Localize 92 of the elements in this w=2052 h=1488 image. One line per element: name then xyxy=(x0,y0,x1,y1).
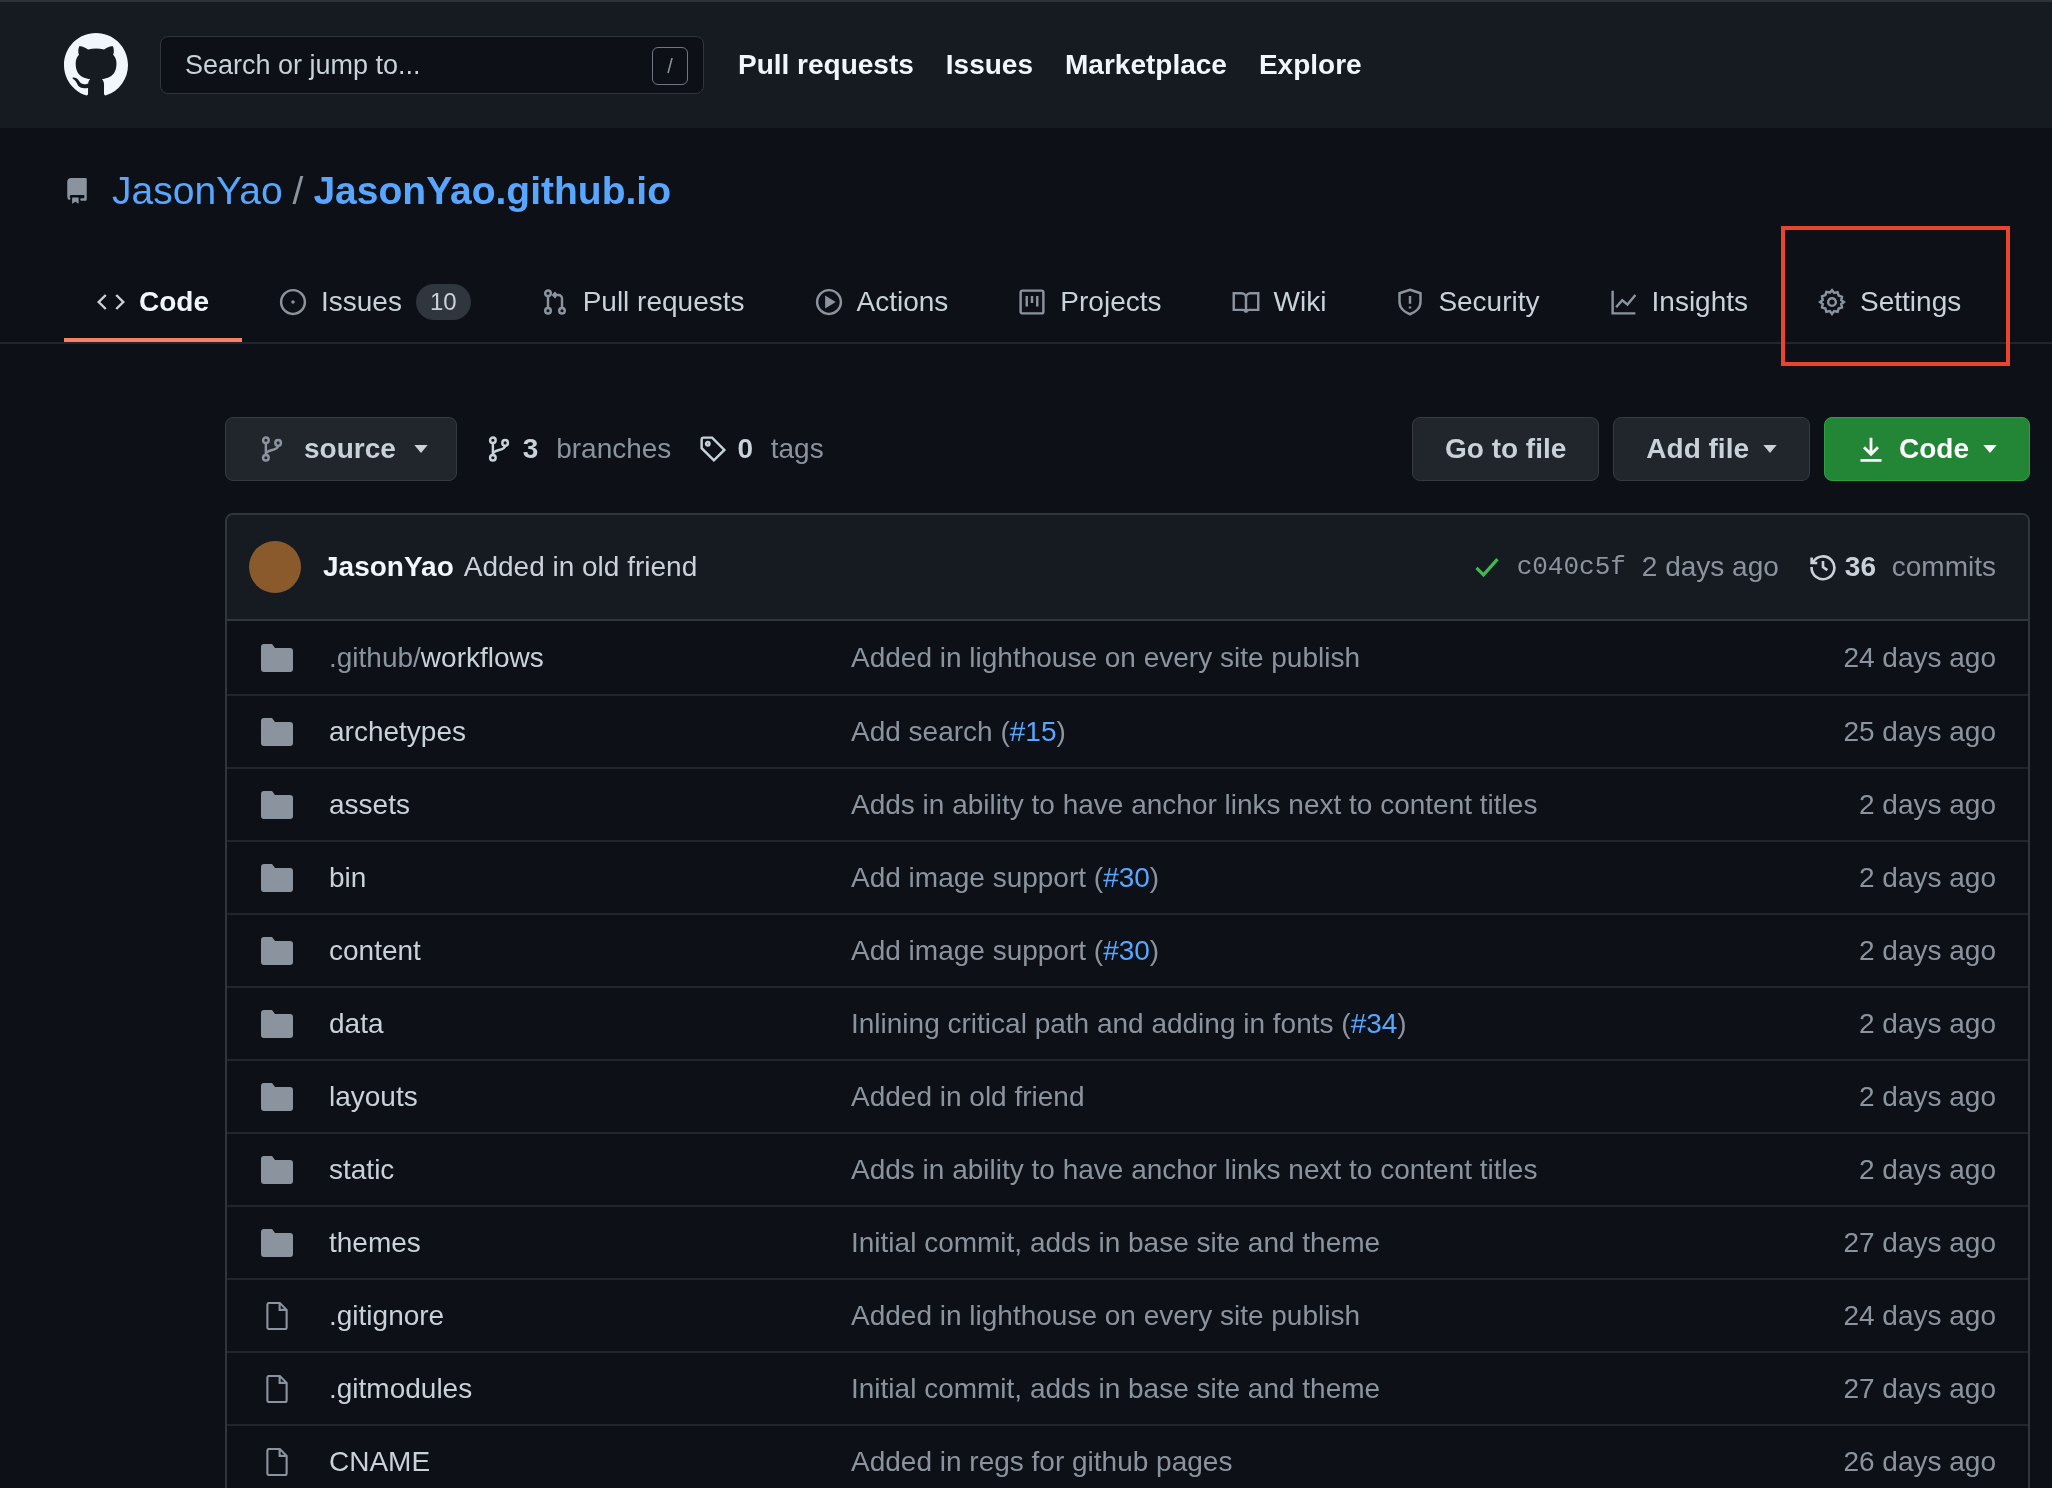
repo-icon xyxy=(64,176,90,206)
folder-icon xyxy=(261,1155,293,1184)
issue-count-badge: 10 xyxy=(415,284,471,320)
repo-tab[interactable]: Code xyxy=(64,266,242,342)
last-modified-time: 24 days ago xyxy=(1843,641,1996,674)
repo-tab[interactable]: Insights xyxy=(1576,266,1782,342)
folder-icon xyxy=(261,643,293,672)
file-name-link[interactable]: .gitignore xyxy=(329,1299,851,1332)
commit-message: Added in lighthouse on every site publish xyxy=(851,641,1361,674)
commit-message: Added in regs for github pages xyxy=(851,1445,1234,1478)
last-modified-time: 2 days ago xyxy=(1859,1080,1996,1113)
commit-message: Add image support (#30) xyxy=(851,934,1161,967)
file-name-link[interactable]: data xyxy=(329,1007,851,1040)
commit-message: Added in lighthouse on every site publish xyxy=(851,1299,1361,1332)
last-modified-time: 2 days ago xyxy=(1859,1153,1996,1186)
file-name-link[interactable]: static xyxy=(329,1153,851,1186)
file-name-link[interactable]: archetypes xyxy=(329,715,851,748)
tags-link[interactable]: 0 tags xyxy=(699,433,824,465)
nav-link[interactable]: Issues xyxy=(945,49,1033,81)
add-file-button[interactable]: Add file xyxy=(1613,417,1810,481)
folder-icon xyxy=(261,936,293,965)
nav-link[interactable]: Explore xyxy=(1258,49,1362,81)
file-name-link[interactable]: themes xyxy=(329,1226,851,1259)
repo-tab[interactable]: Settings xyxy=(1785,266,1995,342)
commit-sha-link[interactable]: c040c5f xyxy=(1516,552,1626,582)
shortcut-key: / xyxy=(652,47,688,85)
commit-message: Add image support (#30) xyxy=(851,861,1161,894)
commit-message: Adds in ability to have anchor links next to content titles xyxy=(851,788,1539,821)
file-name-link[interactable]: .gitmodules xyxy=(329,1372,851,1405)
tag-icon xyxy=(699,435,728,463)
repo-tab[interactable]: Projects xyxy=(985,266,1195,342)
file-name-link[interactable]: bin xyxy=(329,861,851,894)
commit-message: Initial commit, adds in base site and theme xyxy=(851,1226,1382,1259)
caret-icon xyxy=(1983,445,1997,453)
file-name-link[interactable]: layouts xyxy=(329,1080,851,1113)
caret-icon xyxy=(1763,445,1777,453)
file-name-link[interactable]: .github/workflows xyxy=(329,641,851,674)
file-name-link[interactable]: CNAME xyxy=(329,1445,851,1478)
last-modified-time: 2 days ago xyxy=(1859,788,1996,821)
last-modified-time: 2 days ago xyxy=(1859,1007,1996,1040)
last-modified-time: 24 days ago xyxy=(1843,1299,1996,1332)
actions-icon xyxy=(814,288,843,316)
code-button[interactable]: Code xyxy=(1824,417,2030,481)
go-to-file-button[interactable]: Go to file xyxy=(1412,417,1600,481)
insights-icon xyxy=(1609,288,1638,316)
repo-tab[interactable]: Actions xyxy=(781,266,982,342)
pull-request-link[interactable]: #34 xyxy=(1350,1007,1398,1039)
pull-request-link[interactable]: #15 xyxy=(1009,715,1057,747)
last-modified-time: 2 days ago xyxy=(1859,934,1996,967)
issues-icon xyxy=(279,288,307,316)
file-name-link[interactable]: assets xyxy=(329,788,851,821)
caret-icon xyxy=(413,445,428,453)
repo-tab[interactable]: Security xyxy=(1363,266,1573,342)
repo-tab[interactable]: Wiki xyxy=(1198,266,1360,342)
commit-time: 2 days ago xyxy=(1641,551,1779,583)
last-modified-time: 27 days ago xyxy=(1843,1372,1996,1405)
repo-tab[interactable]: Pull requests xyxy=(507,266,778,342)
last-modified-time: 2 days ago xyxy=(1859,861,1996,894)
folder-icon xyxy=(261,790,293,819)
pull-request-link[interactable]: #30 xyxy=(1103,934,1150,966)
last-modified-time: 27 days ago xyxy=(1843,1226,1996,1259)
repo-name-link[interactable]: JasonYao.github.io xyxy=(313,169,671,213)
folder-icon xyxy=(261,1082,293,1111)
security-icon xyxy=(1396,288,1425,316)
commit-message: Adds in ability to have anchor links next to content titles xyxy=(851,1153,1539,1186)
history-icon xyxy=(1808,553,1837,581)
branches-link[interactable]: 3 branches xyxy=(484,433,672,465)
nav-link[interactable]: Pull requests xyxy=(738,49,914,81)
commit-author-link[interactable]: JasonYao xyxy=(323,551,454,583)
commit-message-link[interactable]: Added in old friend xyxy=(463,551,698,583)
folder-icon xyxy=(261,1228,293,1257)
folder-icon xyxy=(261,863,293,892)
path-separator: / xyxy=(292,169,304,213)
pull-request-link[interactable]: #30 xyxy=(1103,861,1150,893)
settings-icon xyxy=(1818,288,1847,316)
nav-link[interactable]: Marketplace xyxy=(1065,49,1227,81)
folder-icon xyxy=(261,1009,293,1038)
last-modified-time: 25 days ago xyxy=(1843,715,1996,748)
branch-select-button[interactable]: source xyxy=(225,417,457,481)
commit-message: Initial commit, adds in base site and theme xyxy=(851,1372,1382,1405)
repo-tab[interactable]: Issues 10 xyxy=(246,266,504,342)
commit-message: Add search (#15) xyxy=(851,715,1067,748)
last-modified-time: 26 days ago xyxy=(1843,1445,1996,1478)
repo-owner-link[interactable]: JasonYao xyxy=(112,169,283,213)
file-name-link[interactable]: content xyxy=(329,934,851,967)
avatar xyxy=(249,541,301,593)
commit-message: Added in old friend xyxy=(851,1080,1086,1113)
commit-message: Inlining critical path and adding in fonts (#34) xyxy=(851,1007,1408,1040)
octocat-logo-icon[interactable] xyxy=(64,33,128,97)
projects-icon xyxy=(1018,288,1047,316)
commits-link[interactable]: 36 commits xyxy=(1808,551,1996,583)
folder-icon xyxy=(261,717,293,746)
